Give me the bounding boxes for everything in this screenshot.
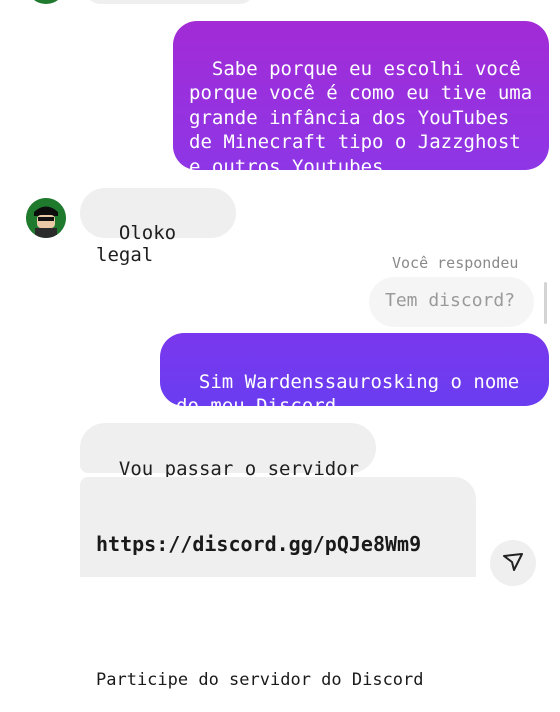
share-icon xyxy=(503,553,523,571)
incoming-link-message[interactable]: https://discord.gg/pQJe8Wm9 Participe do… xyxy=(80,477,476,690)
link-preview-title: Participe do servidor do Discord xyxy=(96,670,424,690)
previous-incoming-bubble xyxy=(84,0,256,4)
share-button[interactable] xyxy=(490,540,536,586)
incoming-message[interactable]: Vou passar o servidor xyxy=(80,423,376,480)
quoted-message[interactable]: Tem discord? xyxy=(369,277,534,327)
link-url[interactable]: https://discord.gg/pQJe8Wm9 xyxy=(96,532,476,556)
incoming-message[interactable]: Oloko legal xyxy=(80,188,236,266)
outgoing-message[interactable]: Sim Wardenssaurosking o nome do meu Disc… xyxy=(160,333,549,417)
message-text: Sim Wardenssaurosking o nome do meu Disc… xyxy=(176,370,531,418)
reply-label: Você respondeu xyxy=(392,254,519,272)
message-text: Oloko legal xyxy=(96,222,188,266)
avatar-image xyxy=(26,198,66,238)
outgoing-message[interactable]: Sabe porque eu escolhi você porque você … xyxy=(173,21,549,178)
reply-indicator-bar xyxy=(544,282,547,324)
contact-avatar-top[interactable] xyxy=(26,0,66,4)
message-text: Sabe porque eu escolhi você porque você … xyxy=(189,57,544,178)
contact-avatar[interactable] xyxy=(26,198,66,238)
quoted-text: Tem discord? xyxy=(385,290,516,311)
